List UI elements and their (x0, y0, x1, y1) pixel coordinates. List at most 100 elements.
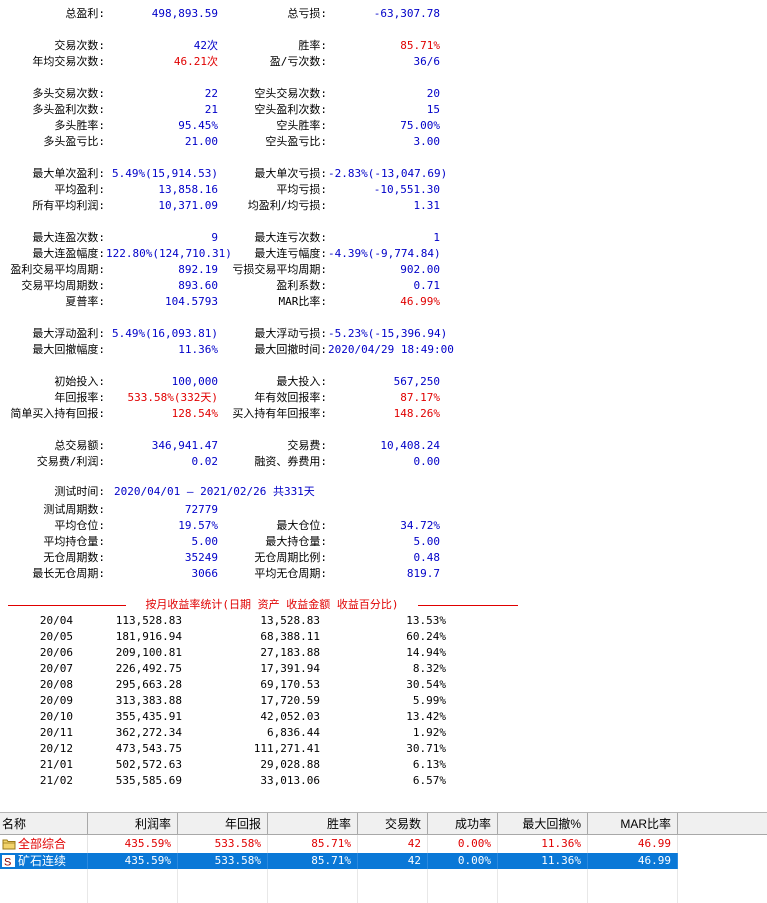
month-assets: 313,383.88 (115, 694, 182, 707)
stat-row: 多头盈利次数: 21 空头盈利次数: 15 (0, 102, 440, 118)
column-header[interactable]: 交易数 (358, 813, 428, 835)
stat-row: 初始投入: 100,000 最大投入: 567,250 (0, 374, 440, 390)
month-profit: 111,271.41 (253, 742, 320, 755)
stat-value: 46.21次 (173, 55, 218, 68)
month-date: 20/04 (39, 614, 73, 627)
month-percent: 8.32% (412, 662, 446, 675)
column-header[interactable]: 最大回撤% (498, 813, 588, 835)
table-cell: 0.00% (428, 853, 498, 869)
stat-row: 总交易额: 346,941.47 交易费: 10,408.24 (0, 438, 440, 454)
column-header[interactable]: 利润率 (88, 813, 178, 835)
table-cell: 533.58% (178, 853, 268, 869)
stat-label: 所有平均利润: (32, 199, 105, 212)
stat-value: 21 (204, 103, 218, 116)
stat-value: 2020/04/29 18:49:00 (328, 343, 454, 356)
month-assets: 362,272.34 (115, 726, 182, 739)
stat-label: 夏普率: (65, 295, 105, 308)
month-profit: 42,052.03 (260, 710, 320, 723)
stat-label: 盈利系数: (276, 279, 327, 292)
stat-label: 平均盈利: (54, 183, 105, 196)
month-profit: 27,183.88 (260, 646, 320, 659)
month-date: 21/01 (39, 758, 73, 771)
stat-label: 年回报率: (54, 391, 105, 404)
month-assets: 181,916.94 (115, 630, 182, 643)
stat-label: 买入持有年回报率: (232, 407, 327, 420)
stat-value: 128.54% (171, 407, 218, 420)
column-header[interactable]: 成功率 (428, 813, 498, 835)
month-assets: 226,492.75 (115, 662, 182, 675)
stat-row: 无仓周期数: 35249 无仓周期比例: 0.48 (0, 550, 440, 566)
test-time-value: 2020/04/01 — 2021/02/26 共331天 (114, 485, 315, 498)
stat-value: 819.7 (406, 567, 440, 580)
stat-label: 均盈利/均亏损: (247, 199, 327, 212)
stat-label: 无仓周期比例: (254, 551, 327, 564)
table-cell: 85.71% (268, 853, 358, 869)
table-cell: 0.00% (428, 836, 498, 852)
stat-label: 多头盈亏比: (43, 135, 105, 148)
stat-row: 交易平均周期数: 893.60 盈利系数: 0.71 (0, 278, 440, 294)
stat-value: 3.00 (413, 135, 441, 148)
stat-value: 85.71% (400, 39, 440, 52)
stat-value: 10,408.24 (380, 439, 440, 452)
month-date: 21/02 (39, 774, 73, 787)
row-name-cell[interactable]: 全部综合 (0, 836, 88, 852)
column-header[interactable]: 胜率 (268, 813, 358, 835)
column-header[interactable]: 年回报 (178, 813, 268, 835)
stat-label: 总亏损: (287, 7, 327, 20)
stat-row: 平均仓位: 19.57% 最大仓位: 34.72% (0, 518, 440, 534)
stat-label: 盈/亏次数: (269, 55, 327, 68)
month-profit: 17,720.59 (260, 694, 320, 707)
row-name-label: 全部综合 (18, 837, 67, 851)
stat-value: 20 (426, 87, 440, 100)
stat-value: 1.31 (413, 199, 441, 212)
stat-value: 22 (204, 87, 218, 100)
stat-value: 35249 (184, 551, 218, 564)
stat-label: 简单买入持有回报: (10, 407, 105, 420)
stat-label: 交易次数: (54, 39, 105, 52)
month-assets: 502,572.63 (115, 758, 182, 771)
month-date: 20/09 (39, 694, 73, 707)
month-date: 20/06 (39, 646, 73, 659)
stat-value: 15 (426, 103, 440, 116)
stat-label: 无仓周期数: (43, 551, 105, 564)
month-date: 20/05 (39, 630, 73, 643)
stat-label: 最大持仓量: (265, 535, 327, 548)
stat-label: 最大仓位: (276, 519, 327, 532)
stat-label: 多头交易次数: (32, 87, 105, 100)
stat-row: 最大回撤幅度: 11.36% 最大回撤时间: 2020/04/29 18:49:00 (0, 342, 454, 358)
stat-row: 总盈利: 498,893.59 总亏损: -63,307.78 (0, 6, 440, 22)
stat-value: 893.60 (178, 279, 218, 292)
month-percent: 30.54% (406, 678, 446, 691)
stat-value: 0.48 (413, 551, 441, 564)
stat-value: 100,000 (171, 375, 218, 388)
stat-row: 多头盈亏比: 21.00 空头盈亏比: 3.00 (0, 134, 440, 150)
stat-label: 最大浮动亏损: (254, 327, 327, 340)
row-name-cell[interactable]: S 矿石连续 (0, 853, 88, 869)
table-row[interactable]: S 矿石连续 435.59% 533.58% 85.71% 42 0.00% 11.36% 46… (0, 853, 680, 869)
table-cell: 46.99 (588, 853, 678, 869)
stat-value: 892.19 (178, 263, 218, 276)
column-header[interactable]: 名称 (0, 813, 88, 835)
stat-row: 最大连盈次数: 9 最大连亏次数: 1 (0, 230, 440, 246)
stat-label: 平均无仓周期: (254, 567, 327, 580)
column-header[interactable]: MAR比率 (588, 813, 678, 835)
stat-value: 95.45% (178, 119, 218, 132)
table-cell: 11.36% (498, 836, 588, 852)
stat-value: 36/6 (413, 55, 441, 68)
stat-value: 10,371.09 (158, 199, 218, 212)
folder-icon (2, 838, 16, 850)
stat-row: 多头胜率: 95.45% 空头胜率: 75.00% (0, 118, 440, 134)
stat-row: 年均交易次数: 46.21次 盈/亏次数: 36/6 (0, 54, 440, 70)
table-row[interactable]: 全部综合 435.59% 533.58% 85.71% 42 0.00% 11.36% 46.… (0, 836, 680, 852)
month-profit: 29,028.88 (260, 758, 320, 771)
stat-value: 19.57% (178, 519, 218, 532)
stat-value: 5.00 (413, 535, 441, 548)
stat-value: 3066 (191, 567, 219, 580)
stat-value: 0.00 (413, 455, 441, 468)
stat-row: 多头交易次数: 22 空头交易次数: 20 (0, 86, 440, 102)
table-cell: 85.71% (268, 836, 358, 852)
month-date: 20/12 (39, 742, 73, 755)
strategy-summary-table[interactable]: 名称 利润率 年回报 胜率 交易数 成功率 最大回撤% MAR比率 全部综合 435.59% 53… (0, 812, 767, 903)
month-profit: 68,388.11 (260, 630, 320, 643)
stat-label: 交易平均周期数: (21, 279, 105, 292)
